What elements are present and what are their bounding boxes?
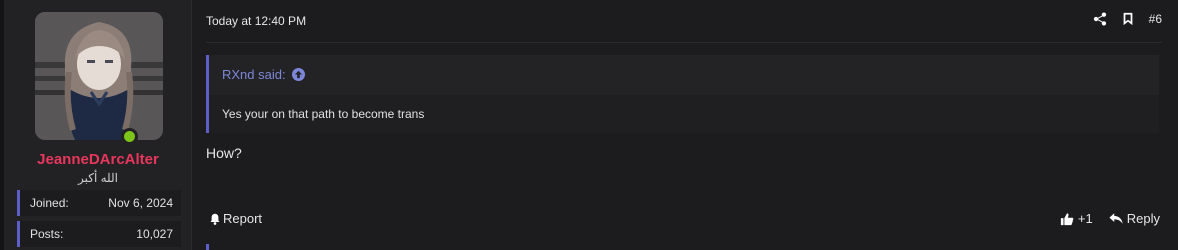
quote-block: RXnd said: Yes your on that path to beco…	[206, 55, 1159, 133]
post: Today at 12:40 PM #6 RXnd said: Yes your…	[192, 0, 1178, 250]
avatar-image	[35, 12, 163, 140]
user-title: الله أكبر	[77, 171, 119, 185]
post-timestamp[interactable]: Today at 12:40 PM	[206, 14, 306, 28]
report-button[interactable]: Report	[209, 211, 262, 226]
reply-label: Reply	[1126, 211, 1160, 226]
reaction-count: +1	[1077, 211, 1093, 226]
username-link[interactable]: JeanneDArcAlter	[4, 151, 192, 168]
avatar[interactable]	[35, 12, 163, 140]
stat-value: 10,027	[136, 227, 173, 241]
user-stat-posts: Posts: 10,027	[17, 221, 181, 247]
avatar-container[interactable]	[35, 12, 163, 145]
post-message: How?	[206, 145, 242, 161]
reply-icon	[1109, 213, 1123, 224]
post-number-link[interactable]: #6	[1149, 12, 1162, 26]
quote-text: Yes your on that path to become trans	[222, 107, 425, 121]
quote-header: RXnd said:	[209, 55, 1159, 95]
stat-label: Posts:	[30, 227, 64, 241]
post-footer-actions: +1 Reply	[1060, 211, 1160, 226]
user-stat-joined: Joined: Nov 6, 2024	[17, 190, 181, 216]
report-label: Report	[223, 211, 263, 226]
stat-label: Joined:	[30, 196, 69, 210]
reply-button[interactable]: Reply	[1109, 211, 1160, 226]
bookmark-icon[interactable]	[1121, 12, 1135, 26]
stat-value: Nov 6, 2024	[108, 196, 173, 210]
bell-icon	[210, 213, 220, 225]
thumbs-up-icon	[1060, 212, 1074, 225]
post-header-actions: #6	[1093, 12, 1162, 26]
arrow-up-circle-icon[interactable]	[291, 68, 305, 81]
quote-author-link[interactable]: RXnd said:	[222, 67, 305, 82]
header-divider	[206, 42, 1162, 43]
quote-author-label: RXnd said:	[222, 67, 286, 82]
user-panel: JeanneDArcAlter الله أكبر Joined: Nov 6,…	[4, 0, 192, 250]
share-icon[interactable]	[1093, 12, 1107, 26]
like-button[interactable]: +1	[1060, 211, 1093, 226]
next-quote-edge	[206, 244, 209, 250]
online-status-indicator	[121, 128, 138, 145]
